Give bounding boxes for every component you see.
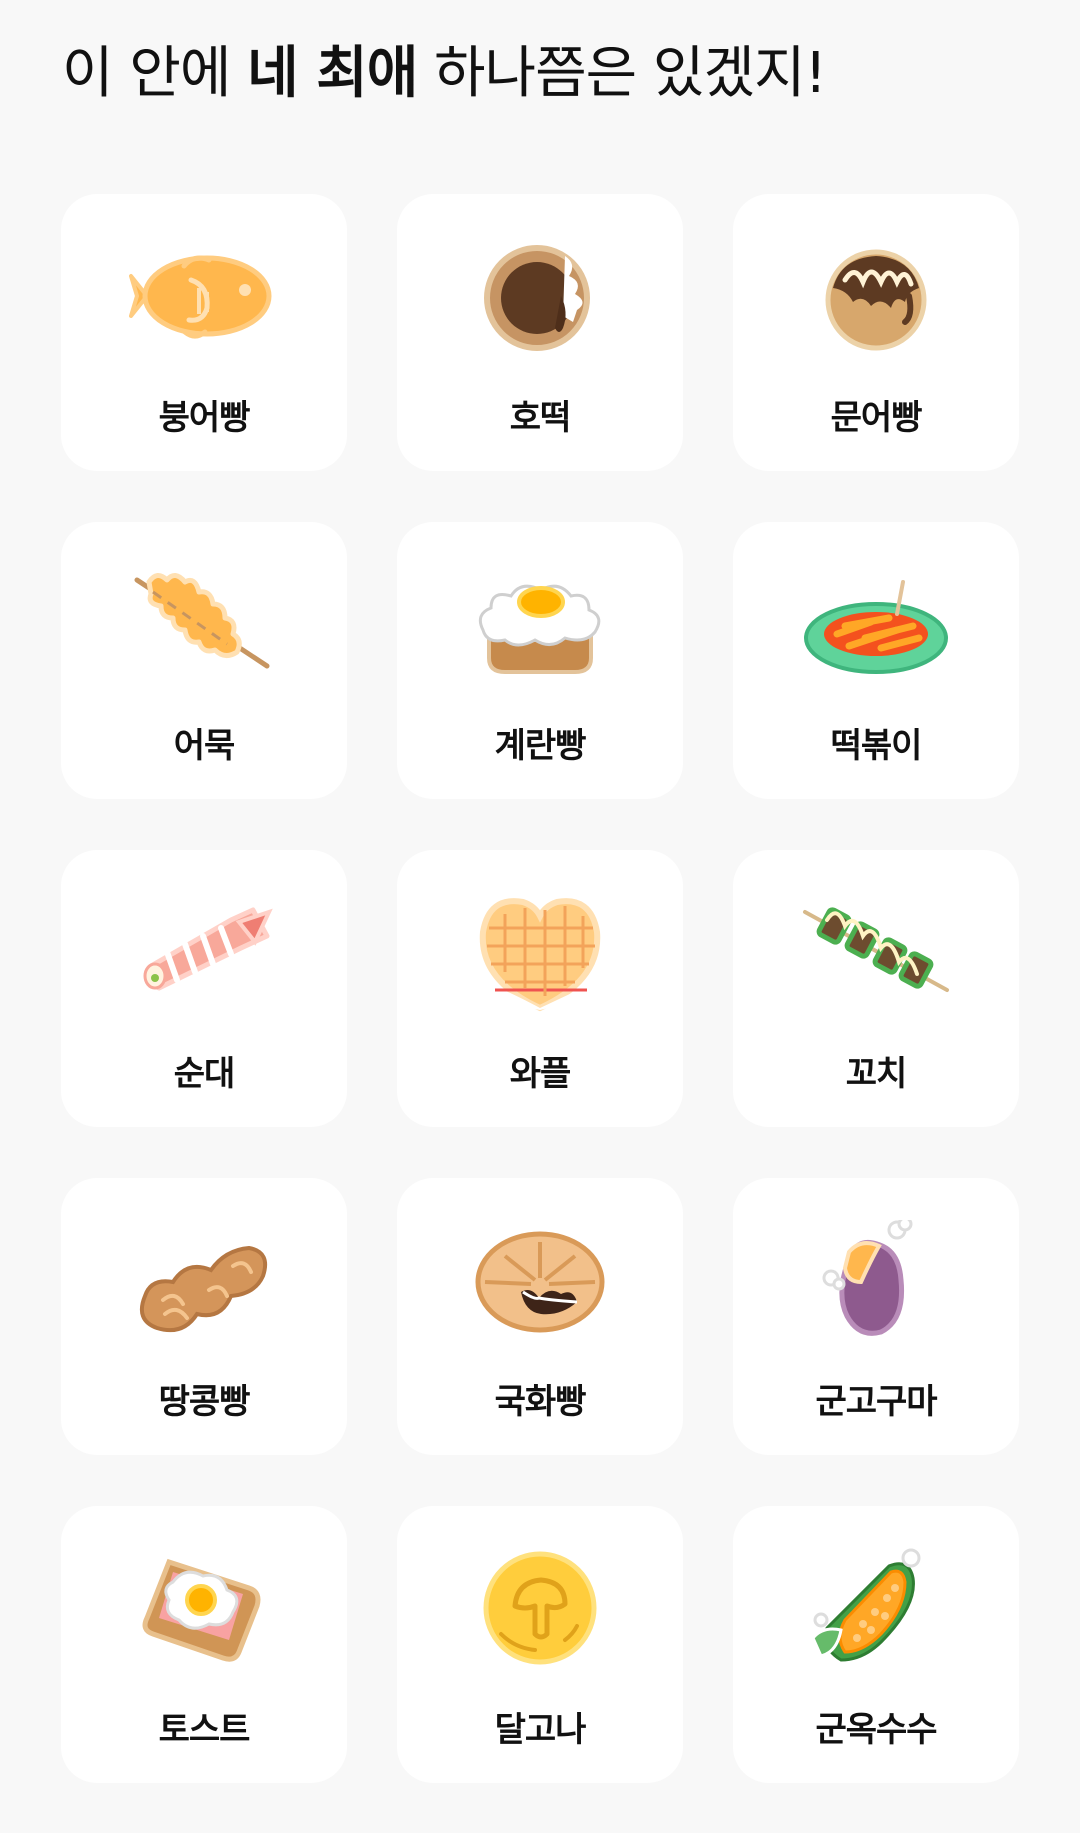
food-label: 붕어빵: [158, 398, 251, 438]
fish-cake-skewer-icon: [129, 564, 279, 684]
food-card-sundae[interactable]: 순대: [61, 850, 347, 1127]
food-label: 떡볶이: [830, 726, 923, 766]
food-label: 순대: [173, 1054, 236, 1094]
food-label: 문어빵: [830, 398, 923, 438]
title-bold: 네 최애: [247, 41, 418, 106]
food-card-gungoguma[interactable]: 군고구마: [733, 1178, 1019, 1455]
food-label: 국화빵: [494, 1382, 587, 1422]
page-title: 이 안에 네 최애 하나쯤은 있겠지!: [62, 38, 827, 110]
food-card-toast[interactable]: 토스트: [61, 1506, 347, 1783]
food-label: 군옥수수: [815, 1710, 937, 1750]
food-card-muneoppang[interactable]: 문어빵: [733, 194, 1019, 471]
food-card-gyeranppang[interactable]: 계란빵: [397, 522, 683, 799]
food-card-waffle[interactable]: 와플: [397, 850, 683, 1127]
food-label: 땅콩빵: [158, 1382, 251, 1422]
food-label: 와플: [509, 1054, 572, 1094]
roasted-sweet-potato-icon: [801, 1220, 951, 1340]
egg-bread-icon: [465, 564, 615, 684]
roasted-corn-icon: [801, 1548, 951, 1668]
chrysanthemum-bread-icon: [465, 1220, 615, 1340]
food-label: 달고나: [494, 1710, 587, 1750]
takoyaki-icon: [801, 236, 951, 356]
food-label: 호떡: [509, 398, 572, 438]
hotteok-icon: [465, 236, 615, 356]
food-label: 군고구마: [815, 1382, 937, 1422]
food-card-bungeoppang[interactable]: 붕어빵: [61, 194, 347, 471]
waffle-icon: [465, 892, 615, 1012]
food-label: 꼬치: [845, 1054, 908, 1094]
food-label: 계란빵: [494, 726, 587, 766]
food-card-gunoksusu[interactable]: 군옥수수: [733, 1506, 1019, 1783]
title-prefix: 이 안에: [62, 41, 248, 106]
food-card-gukhwappang[interactable]: 국화빵: [397, 1178, 683, 1455]
food-card-hotteok[interactable]: 호떡: [397, 194, 683, 471]
title-suffix: 하나쯤은 있겠지!: [417, 41, 827, 106]
food-card-kkochi[interactable]: 꼬치: [733, 850, 1019, 1127]
food-card-tteokbokki[interactable]: 떡볶이: [733, 522, 1019, 799]
food-card-ttangkongppang[interactable]: 땅콩빵: [61, 1178, 347, 1455]
sundae-icon: [129, 892, 279, 1012]
food-card-eomuk[interactable]: 어묵: [61, 522, 347, 799]
skewer-icon: [801, 892, 951, 1012]
dalgona-icon: [465, 1548, 615, 1668]
fish-bread-icon: [129, 236, 279, 356]
food-label: 어묵: [173, 726, 236, 766]
toast-icon: [129, 1548, 279, 1668]
food-card-dalgona[interactable]: 달고나: [397, 1506, 683, 1783]
food-label: 토스트: [158, 1710, 251, 1750]
peanut-bread-icon: [129, 1220, 279, 1340]
food-grid: 붕어빵 호떡 문어빵 어묵 계란빵 떡볶이 순대 와플 꼬치 땅콩빵 국화빵 군…: [61, 194, 1019, 1783]
page: 이 안에 네 최애 하나쯤은 있겠지! 붕어빵 호떡 문어빵 어묵 계란빵 떡볶…: [0, 0, 1080, 1833]
tteokbokki-icon: [801, 564, 951, 684]
